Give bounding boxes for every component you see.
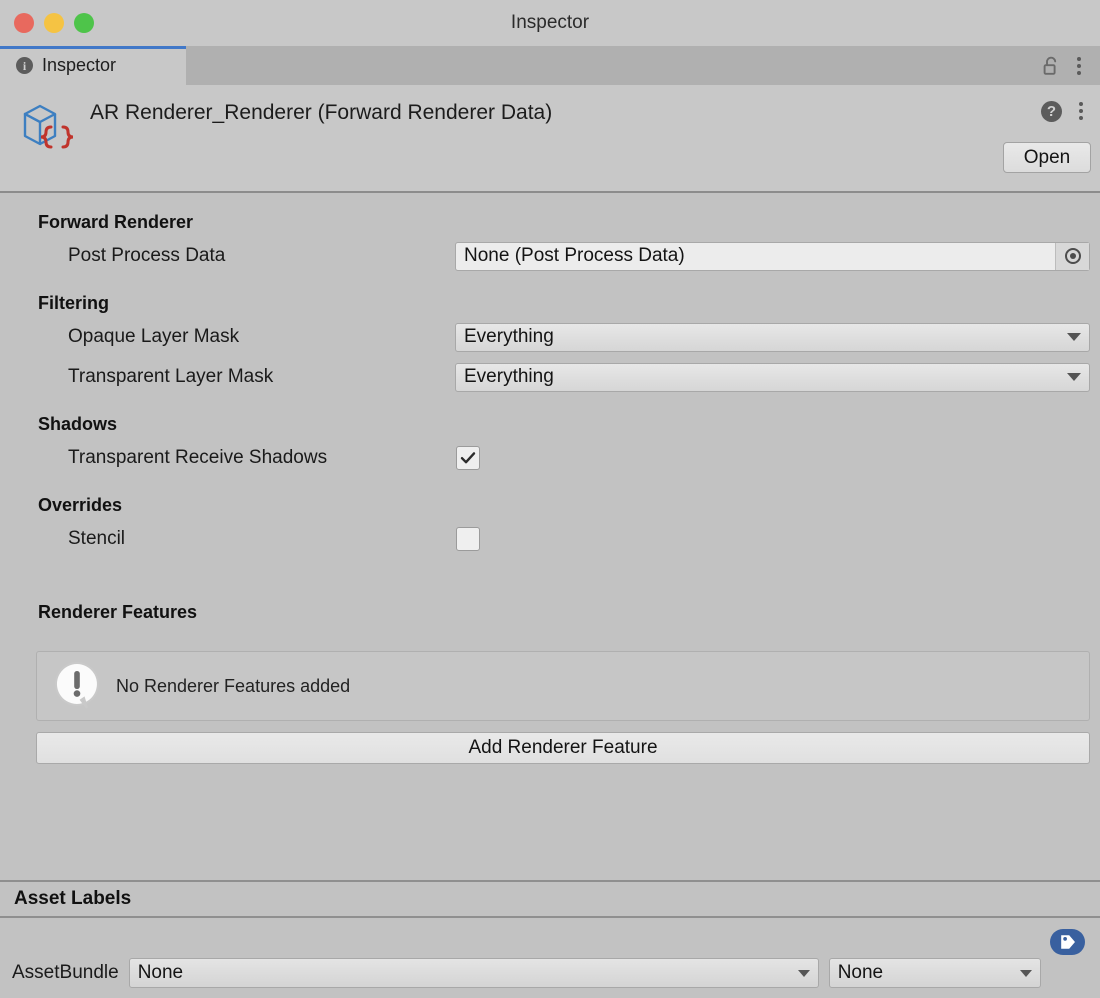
transparent-layer-mask-value: Everything (464, 366, 554, 387)
transparent-receive-shadows-label: Transparent Receive Shadows (68, 447, 328, 468)
post-process-data-label: Post Process Data (68, 245, 226, 266)
tab-inspector-label: Inspector (42, 55, 117, 75)
asset-title: AR Renderer_Renderer (Forward Renderer D… (90, 101, 553, 124)
asset-labels-body: AssetBundle None None (0, 918, 1100, 998)
zoom-window-button[interactable] (74, 13, 94, 33)
section-title-shadows: Shadows (38, 414, 118, 434)
unlocked-padlock-icon[interactable] (1042, 56, 1060, 76)
window-title: Inspector (510, 12, 590, 33)
scriptable-object-icon (18, 97, 76, 155)
asset-options-kebab-menu-icon[interactable] (1076, 99, 1086, 123)
chevron-down-icon (797, 969, 810, 977)
section-title-renderer-features: Renderer Features (38, 602, 198, 622)
inspector-body: Forward Renderer Post Process Data None … (0, 193, 1100, 880)
tab-inspector[interactable]: i Inspector (0, 46, 186, 85)
asset-header-actions: ? (1041, 99, 1086, 123)
info-icon: i (16, 57, 33, 74)
post-process-data-value: None (Post Process Data) (464, 245, 685, 266)
stencil-label: Stencil (68, 528, 126, 549)
add-renderer-feature-button[interactable]: Add Renderer Feature (36, 732, 1090, 764)
tab-options-kebab-menu-icon[interactable] (1074, 54, 1084, 78)
minimize-window-button[interactable] (44, 13, 64, 33)
transparent-layer-mask-dropdown[interactable]: Everything (455, 362, 1090, 392)
tag-icon (1060, 935, 1075, 949)
assetbundle-row: AssetBundle None None (0, 958, 1092, 988)
no-renderer-features-message: No Renderer Features added (116, 675, 351, 696)
section-title-forward-renderer: Forward Renderer (38, 212, 194, 232)
info-bubble-icon (51, 658, 103, 715)
checkmark-icon (460, 452, 476, 464)
tab-strip-actions (1042, 46, 1100, 85)
section-title-filtering: Filtering (38, 293, 109, 313)
add-label-tag-button[interactable] (1050, 929, 1085, 955)
asset-labels-section: Asset Labels AssetBundle None None (0, 880, 1100, 998)
transparent-layer-mask-label: Transparent Layer Mask (68, 366, 274, 387)
chevron-down-icon (1067, 333, 1081, 341)
asset-labels-title: Asset Labels (0, 880, 1100, 918)
opaque-layer-mask-dropdown[interactable]: Everything (455, 322, 1090, 352)
asset-header: AR Renderer_Renderer (Forward Renderer D… (0, 85, 1100, 193)
object-picker-icon[interactable] (1055, 242, 1089, 270)
stencil-checkbox[interactable] (456, 527, 480, 551)
open-button[interactable]: Open (1003, 142, 1091, 173)
row-post-process-data: Post Process Data None (Post Process Dat… (0, 236, 1100, 276)
close-window-button[interactable] (14, 13, 34, 33)
tab-strip: i Inspector (0, 46, 1100, 85)
assetbundle-variant-dropdown[interactable]: None (828, 958, 1041, 988)
assetbundle-label: AssetBundle (12, 962, 119, 983)
inspector-window: Inspector i Inspector AR Renderer_Render… (0, 0, 1100, 998)
window-titlebar: Inspector (0, 0, 1100, 46)
assetbundle-variant-value: None (837, 962, 884, 983)
assetbundle-name-value: None (137, 962, 184, 983)
row-transparent-receive-shadows: Transparent Receive Shadows (0, 438, 1100, 478)
traffic-light-group (0, 13, 94, 33)
post-process-data-object-field[interactable]: None (Post Process Data) (455, 241, 1090, 271)
help-icon[interactable]: ? (1041, 100, 1062, 122)
row-opaque-layer-mask: Opaque Layer Mask Everything (0, 317, 1100, 357)
row-stencil: Stencil (0, 519, 1100, 559)
row-transparent-layer-mask: Transparent Layer Mask Everything (0, 357, 1100, 397)
section-title-overrides: Overrides (38, 495, 123, 515)
opaque-layer-mask-value: Everything (464, 326, 554, 347)
opaque-layer-mask-label: Opaque Layer Mask (68, 326, 240, 347)
renderer-features-empty-row: No Renderer Features added Add Renderer … (0, 626, 1100, 764)
assetbundle-name-dropdown[interactable]: None (128, 958, 819, 988)
chevron-down-icon (1019, 969, 1032, 977)
chevron-down-icon (1067, 373, 1081, 381)
no-renderer-features-box: No Renderer Features added (36, 651, 1090, 721)
transparent-receive-shadows-checkbox[interactable] (456, 446, 480, 470)
